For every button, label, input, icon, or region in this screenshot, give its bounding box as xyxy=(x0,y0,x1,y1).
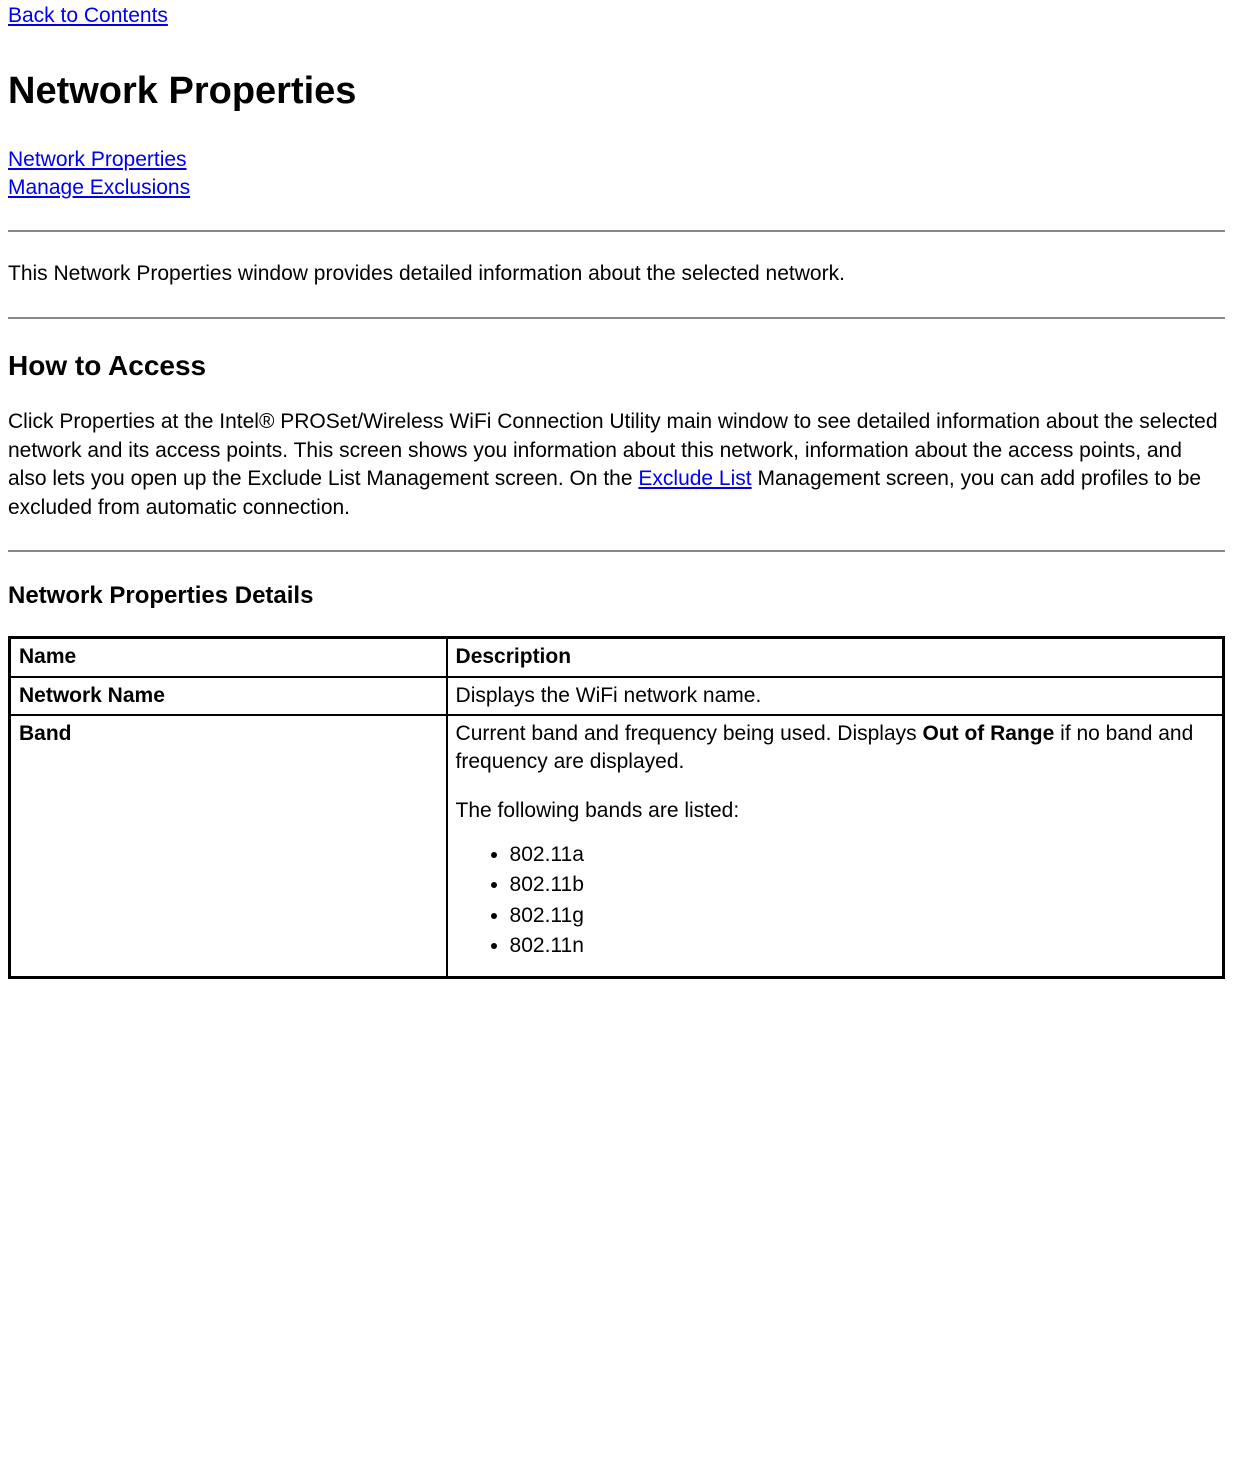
back-to-contents-link[interactable]: Back to Contents xyxy=(8,2,168,30)
intro-text: This Network Properties window provides … xyxy=(8,260,1225,288)
row-network-name-label: Network Name xyxy=(10,677,447,715)
list-item: 802.11b xyxy=(510,871,1214,899)
row-network-name-desc: Displays the WiFi network name. xyxy=(447,677,1224,715)
divider xyxy=(8,550,1225,552)
table-row: Network Name Displays the WiFi network n… xyxy=(10,677,1224,715)
table-header-name: Name xyxy=(10,638,447,677)
divider xyxy=(8,230,1225,232)
nav-link-manage-exclusions[interactable]: Manage Exclusions xyxy=(8,174,190,202)
row-band-label: Band xyxy=(10,715,447,978)
nav-link-network-properties[interactable]: Network Properties xyxy=(8,146,187,174)
list-item: 802.11n xyxy=(510,932,1214,960)
details-heading: Network Properties Details xyxy=(8,580,1225,612)
divider xyxy=(8,317,1225,319)
bands-list: 802.11a 802.11b 802.11g 802.11n xyxy=(456,841,1214,960)
how-to-access-heading: How to Access xyxy=(8,347,1225,385)
table-header-row: Name Description xyxy=(10,638,1224,677)
list-item: 802.11g xyxy=(510,902,1214,930)
page-title: Network Properties xyxy=(8,66,1225,117)
how-to-access-body: Click Properties at the Intel® PROSet/Wi… xyxy=(8,408,1225,521)
band-desc-pre: Current band and frequency being used. D… xyxy=(456,722,923,745)
details-table: Name Description Network Name Displays t… xyxy=(8,636,1225,979)
table-header-description: Description xyxy=(447,638,1224,677)
exclude-list-link[interactable]: Exclude List xyxy=(638,467,751,490)
band-desc-bold: Out of Range xyxy=(922,722,1054,745)
table-row: Band Current band and frequency being us… xyxy=(10,715,1224,978)
bands-intro: The following bands are listed: xyxy=(456,797,1214,825)
row-band-desc: Current band and frequency being used. D… xyxy=(447,715,1224,978)
list-item: 802.11a xyxy=(510,841,1214,869)
